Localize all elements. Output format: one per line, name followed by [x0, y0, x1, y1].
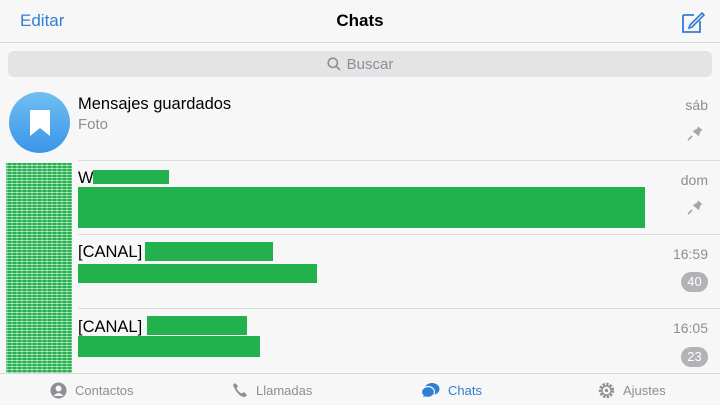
pin-icon — [687, 126, 703, 141]
tab-contactos[interactable]: Contactos — [50, 374, 134, 405]
tab-llamadas[interactable]: Llamadas — [232, 374, 312, 405]
tab-ajustes[interactable]: Ajustes — [598, 374, 666, 405]
search-placeholder: Buscar — [346, 55, 394, 73]
chats-icon — [421, 382, 440, 398]
redacted-name — [145, 242, 273, 261]
tab-chats[interactable]: Chats — [421, 374, 482, 405]
chat-name: [CANAL] — [78, 318, 143, 336]
compose-icon[interactable] — [680, 9, 706, 35]
chat-name: W — [78, 169, 94, 187]
pin-icon — [687, 200, 703, 215]
tab-label: Contactos — [75, 382, 134, 398]
search-icon — [327, 57, 341, 71]
tab-label: Llamadas — [256, 382, 313, 398]
page-title: Chats — [336, 11, 384, 30]
redacted-preview — [78, 336, 260, 357]
contacts-icon — [50, 382, 67, 398]
redacted-name — [147, 316, 247, 335]
search-bar[interactable]: Buscar — [8, 51, 712, 77]
chat-name: Mensajes guardados — [78, 95, 232, 113]
chat-preview: Foto — [78, 116, 109, 133]
bookmark-icon — [29, 109, 50, 136]
redacted-preview — [78, 187, 645, 228]
tab-label: Chats — [448, 382, 482, 398]
settings-icon — [598, 382, 615, 398]
saved-messages-avatar — [9, 92, 70, 153]
redacted-name — [93, 170, 169, 184]
redacted-preview — [78, 264, 317, 283]
chat-time: sáb — [685, 97, 708, 113]
chat-time: 16:05 — [672, 320, 708, 336]
chat-name: [CANAL] — [78, 243, 143, 261]
chat-time: dom — [680, 172, 708, 188]
unread-badge: 23 — [681, 347, 708, 367]
unread-badge: 40 — [681, 272, 708, 292]
tab-label: Ajustes — [623, 382, 666, 398]
phone-icon — [233, 383, 247, 397]
chat-time: 16:59 — [672, 246, 708, 262]
navigation-bar: Editar Chats — [0, 0, 720, 43]
tab-bar: Contactos Llamadas Chats Ajustes — [0, 373, 720, 405]
